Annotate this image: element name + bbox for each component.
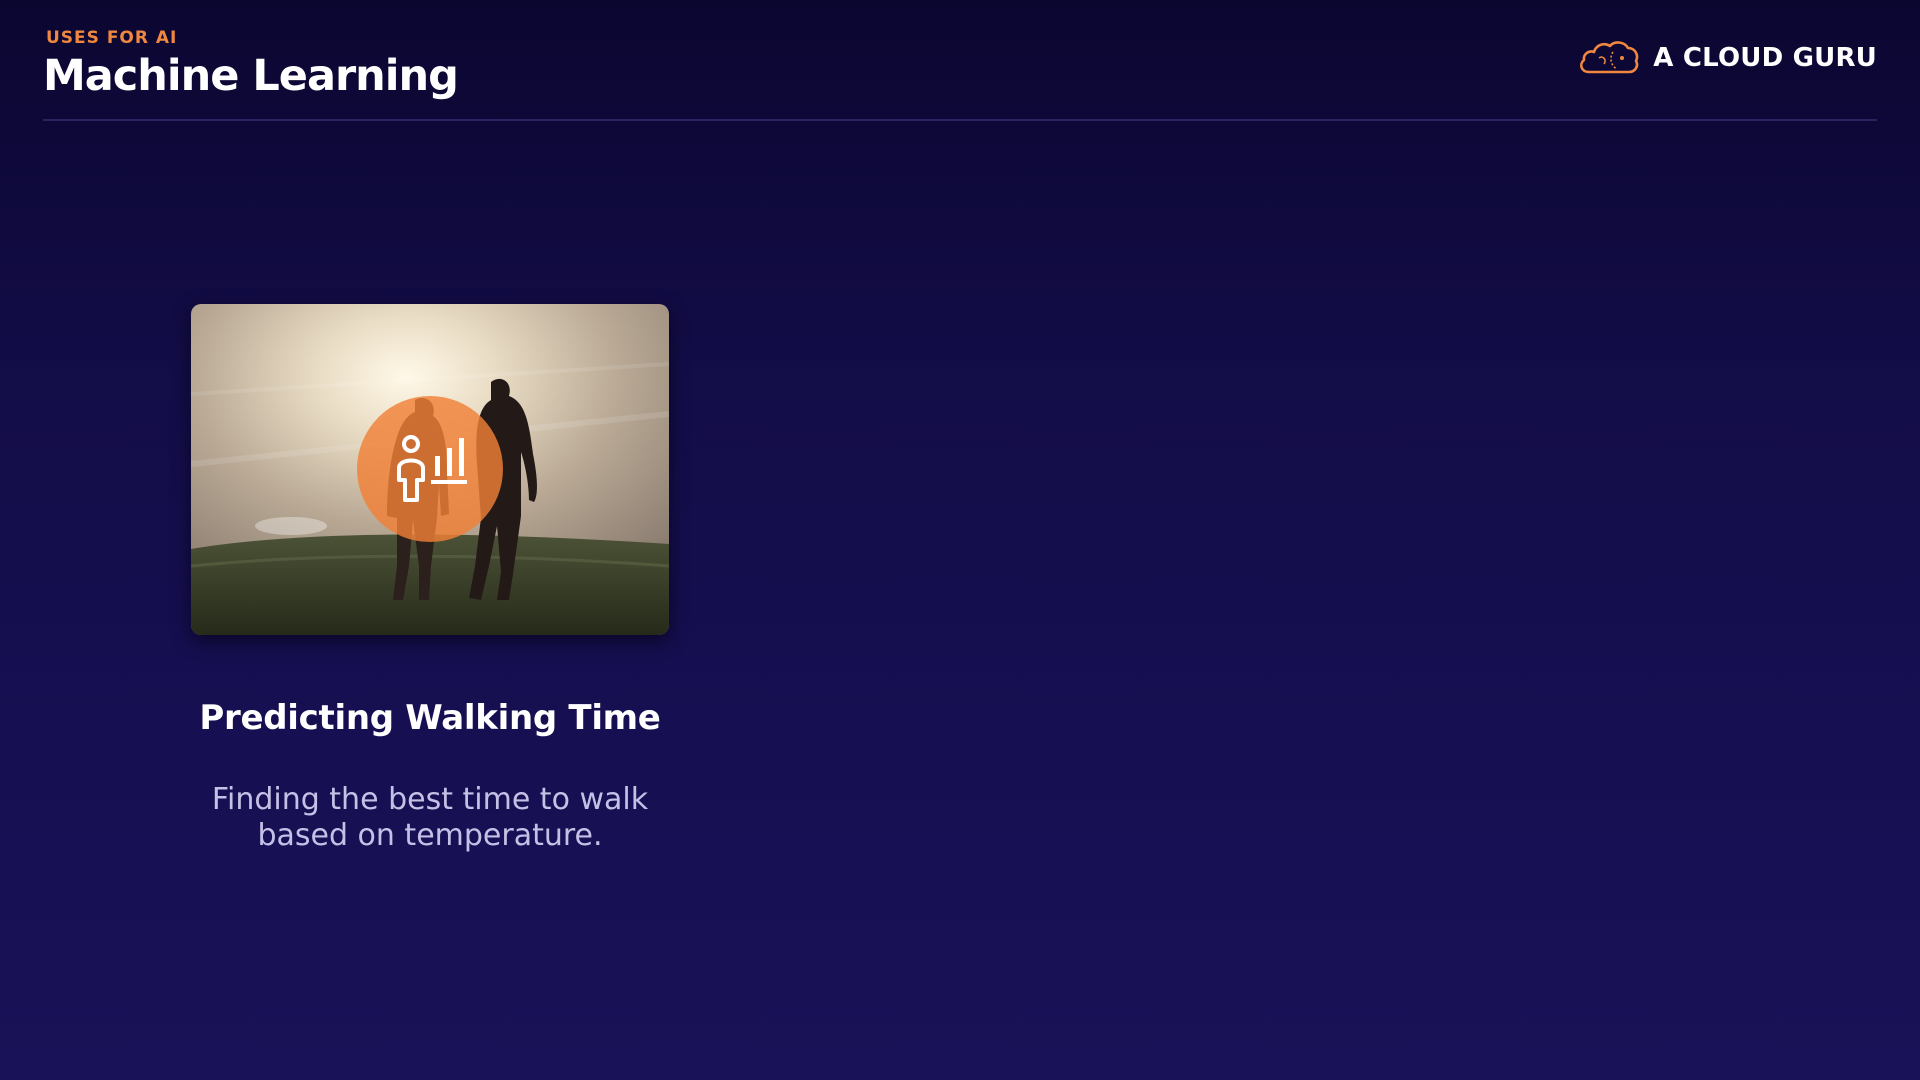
cloud-logo-icon bbox=[1580, 41, 1639, 74]
person-chart-icon bbox=[397, 435, 467, 502]
brand-logo: A CLOUD GURU bbox=[1577, 38, 1877, 78]
use-case-card: Predicting Walking Time Finding the best… bbox=[191, 304, 669, 854]
card-description: Finding the best time to walk based on t… bbox=[211, 782, 649, 853]
header-divider bbox=[43, 119, 1877, 121]
brand-name: A CLOUD GURU bbox=[1653, 43, 1877, 73]
card-image bbox=[191, 304, 669, 635]
slide-header: USES FOR AI Machine Learning A CLOUD GUR… bbox=[43, 26, 1877, 120]
card-title: Predicting Walking Time bbox=[199, 698, 661, 738]
section-eyebrow: USES FOR AI bbox=[46, 28, 178, 48]
page-title: Machine Learning bbox=[43, 51, 459, 101]
person-chart-badge bbox=[357, 396, 503, 542]
